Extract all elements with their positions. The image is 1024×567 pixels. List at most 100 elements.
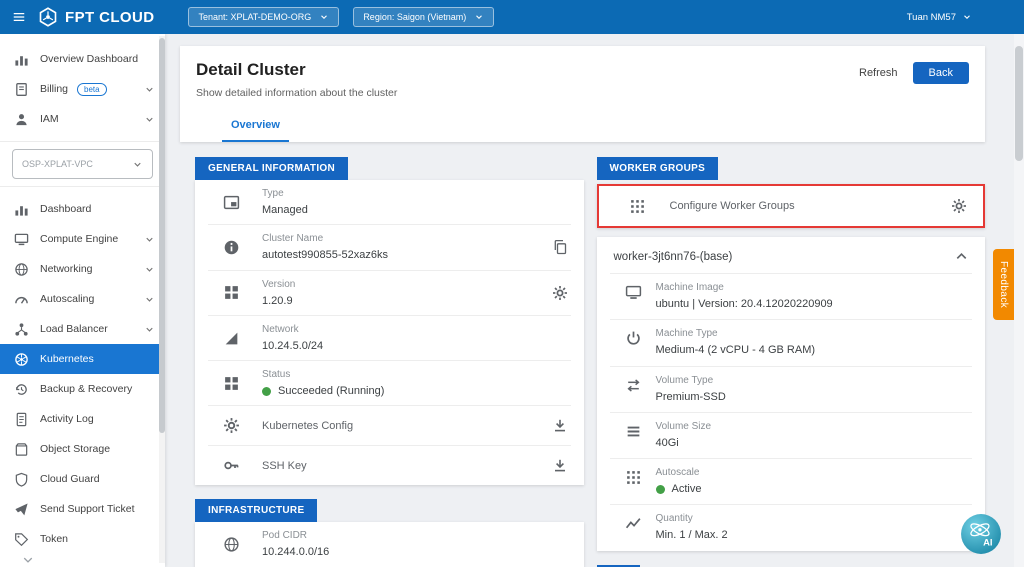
status-text: Succeeded (Running) xyxy=(278,384,384,398)
general-information-header: GENERAL INFORMATION xyxy=(195,157,348,180)
status-dot xyxy=(262,387,271,396)
sidebar-scrollbar-thumb[interactable] xyxy=(159,38,165,433)
region-select[interactable]: Region: Saigon (Vietnam) xyxy=(353,7,494,27)
sidebar-item-compute-engine[interactable]: Compute Engine xyxy=(0,224,165,254)
download-icon[interactable] xyxy=(552,458,568,474)
row-value: Premium-SSD xyxy=(656,390,726,404)
ai-assistant-button[interactable]: AI xyxy=(960,513,1002,555)
row-label: Pod CIDR xyxy=(262,529,329,543)
refresh-button[interactable]: Refresh xyxy=(859,67,898,79)
sidebar-item-token[interactable]: Token xyxy=(0,524,165,554)
row-label: Cluster Name xyxy=(262,232,388,246)
widgets-icon xyxy=(223,284,240,301)
chevron-down-icon xyxy=(144,294,155,305)
sidebar-item-iam[interactable]: IAM xyxy=(0,104,165,134)
back-button[interactable]: Back xyxy=(913,62,969,84)
tab-bar: Overview xyxy=(196,110,969,142)
tenant-select[interactable]: Tenant: XPLAT-DEMO-ORG xyxy=(188,7,339,27)
infrastructure-card: Pod CIDR 10.244.0.0/16 Service CIDR 172.… xyxy=(195,522,584,567)
signal-icon xyxy=(223,330,240,347)
sidebar-item-dashboard[interactable]: Dashboard xyxy=(0,194,165,224)
row-text: Volume Type Premium-SSD xyxy=(656,374,726,404)
sidebar-item-object-storage[interactable]: Object Storage xyxy=(0,434,165,464)
row-value: ubuntu | Version: 20.4.12020220909 xyxy=(656,297,833,311)
main-scrollbar[interactable] xyxy=(1014,34,1024,567)
row-text: Cluster Name autotest990855-52xaz6ks xyxy=(262,232,388,262)
topbar: FPT CLOUD Tenant: XPLAT-DEMO-ORG Region:… xyxy=(0,0,1024,34)
sidebar-item-send-support-ticket[interactable]: Send Support Ticket xyxy=(0,494,165,524)
info-row-pod-cidr: Pod CIDR 10.244.0.0/16 xyxy=(208,522,571,566)
kubernetes-icon xyxy=(14,352,29,367)
row-value: Succeeded (Running) xyxy=(262,384,384,398)
download-icon[interactable] xyxy=(552,418,568,434)
main-scrollbar-thumb[interactable] xyxy=(1015,46,1023,161)
send-icon xyxy=(14,502,29,517)
feedback-tab[interactable]: Feedback xyxy=(993,249,1014,320)
row-label: Status xyxy=(262,368,384,382)
row-label: Volume Size xyxy=(656,420,712,434)
scroll-down-icon[interactable] xyxy=(22,554,34,566)
row-label: Version xyxy=(262,278,295,292)
sidebar-item-label: Object Storage xyxy=(40,443,110,455)
sidebar-item-backup-recovery[interactable]: Backup & Recovery xyxy=(0,374,165,404)
sidebar-item-load-balancer[interactable]: Load Balancer xyxy=(0,314,165,344)
sidebar: Overview Dashboard Billing beta IAM OSP-… xyxy=(0,34,165,567)
row-label: Machine Image xyxy=(656,281,833,295)
list-icon xyxy=(625,423,642,440)
worker-group-card: worker-3jt6nn76-(base) Machine Image ubu… xyxy=(597,237,986,551)
page-header-card: Detail Cluster Show detailed information… xyxy=(180,46,985,142)
chevron-down-icon xyxy=(144,114,155,125)
sidebar-item-kubernetes[interactable]: Kubernetes xyxy=(0,344,165,374)
sidebar-item-label: Backup & Recovery xyxy=(40,383,132,395)
general-information-card: Type Managed Cluster Name autotest990855… xyxy=(195,180,584,485)
row-text: Autoscale Active xyxy=(656,466,702,496)
ai-label: AI xyxy=(983,538,992,549)
autoscale-status-text: Active xyxy=(672,482,702,496)
gear-icon[interactable] xyxy=(951,198,967,214)
chevron-down-icon xyxy=(474,12,484,22)
configure-worker-groups-label: Configure Worker Groups xyxy=(670,200,795,212)
sidebar-item-overview-dashboard[interactable]: Overview Dashboard xyxy=(0,44,165,74)
sidebar-item-autoscaling[interactable]: Autoscaling xyxy=(0,284,165,314)
gear-icon[interactable] xyxy=(552,285,568,301)
monitor-icon xyxy=(625,284,642,301)
sidebar-scrollbar[interactable] xyxy=(159,36,165,563)
user-menu[interactable]: Tuan NM57 xyxy=(907,12,972,23)
row-label: Volume Type xyxy=(656,374,726,388)
sidebar-item-label: Compute Engine xyxy=(40,233,118,245)
document-icon xyxy=(14,412,29,427)
info-row-ssh-key: SSH Key xyxy=(208,445,571,485)
brand[interactable]: FPT CLOUD xyxy=(38,7,154,27)
tenant-label: Tenant: XPLAT-DEMO-ORG xyxy=(198,12,311,22)
tab-overview[interactable]: Overview xyxy=(222,110,289,142)
worker-groups-header: WORKER GROUPS xyxy=(597,157,719,180)
type-icon xyxy=(223,194,240,211)
row-label: Machine Type xyxy=(656,327,816,341)
sidebar-item-label: Send Support Ticket xyxy=(40,503,135,515)
swap-arrows-icon xyxy=(625,377,642,394)
vpc-select[interactable]: OSP-XPLAT-VPC xyxy=(12,149,153,179)
copy-icon[interactable] xyxy=(552,239,568,255)
chevron-down-icon xyxy=(144,264,155,275)
configure-worker-groups-row[interactable]: Configure Worker Groups xyxy=(597,184,986,228)
menu-icon[interactable] xyxy=(6,4,32,30)
gauge-icon xyxy=(14,292,29,307)
sidebar-item-billing[interactable]: Billing beta xyxy=(0,74,165,104)
worker-group-header[interactable]: worker-3jt6nn76-(base) xyxy=(597,237,986,273)
row-text: Quantity Min. 1 / Max. 2 xyxy=(656,512,728,542)
sidebar-item-activity-log[interactable]: Activity Log xyxy=(0,404,165,434)
chevron-up-icon[interactable] xyxy=(954,249,969,264)
page-subtitle: Show detailed information about the clus… xyxy=(196,87,969,99)
sidebar-item-cloud-guard[interactable]: Cloud Guard xyxy=(0,464,165,494)
right-column: WORKER GROUPS Configure Worker Groups xyxy=(597,157,986,567)
sidebar-item-networking[interactable]: Networking xyxy=(0,254,165,284)
row-value: Medium-4 (2 vCPU - 4 GB RAM) xyxy=(656,343,816,357)
restore-icon xyxy=(14,382,29,397)
row-label: Kubernetes Config xyxy=(262,420,353,432)
dashboard-icon xyxy=(14,202,29,217)
chevron-down-icon xyxy=(144,234,155,245)
row-value: 40Gi xyxy=(656,436,712,450)
chevron-down-icon xyxy=(319,12,329,22)
divider xyxy=(0,141,165,142)
power-icon xyxy=(625,330,642,347)
